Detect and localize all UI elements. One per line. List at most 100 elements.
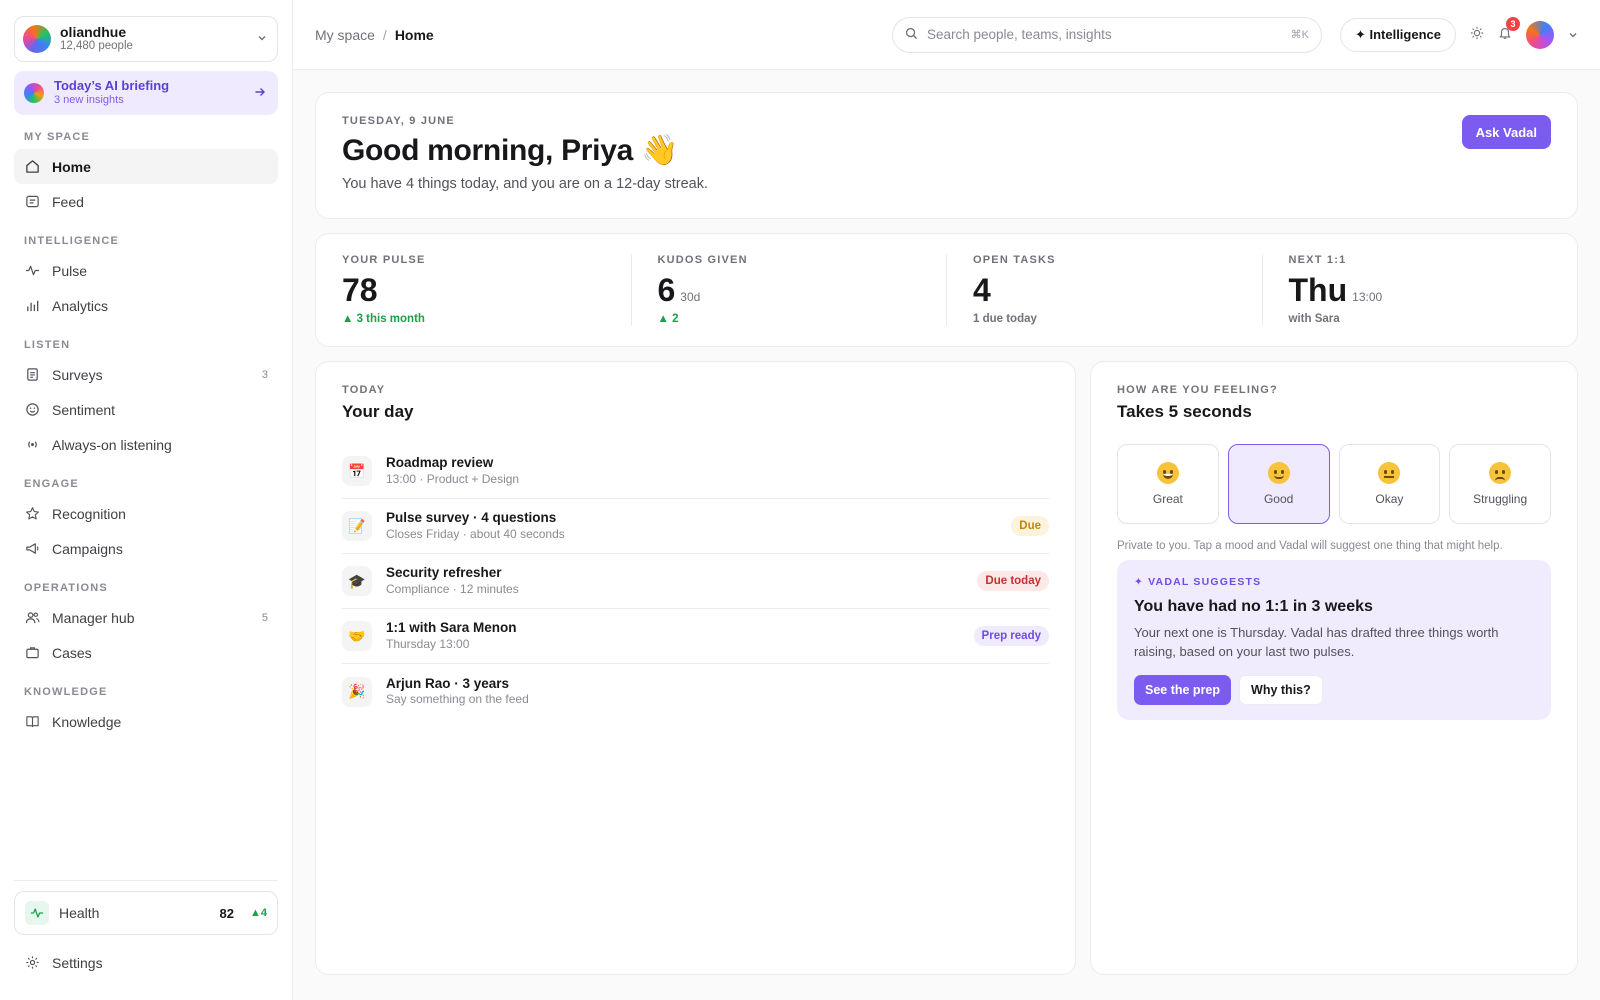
intelligence-button[interactable]: ✦ Intelligence (1339, 17, 1456, 52)
sidebar-item-label: Pulse (52, 262, 88, 279)
sidebar-item-home[interactable]: Home (14, 149, 278, 184)
gear-icon (24, 955, 40, 971)
search-box[interactable]: ⌘K (891, 16, 1322, 53)
sidebar-item-always-on-listening[interactable]: Always-on listening (14, 427, 278, 462)
bell-icon[interactable]: 3 (1498, 17, 1520, 43)
sidebar: oliandhue 12,480 people Today’s AI brief… (0, 0, 293, 1000)
status-badge: Due today (977, 571, 1049, 591)
stat-unit: 30d (680, 290, 701, 304)
stat-kudos-given[interactable]: KUDOS GIVEN 6 30d ▲ 2 (630, 254, 947, 326)
stat-next-one-on-one[interactable]: NEXT 1:1 Thu 13:00 with Sara (1261, 254, 1578, 326)
mood-option-okay[interactable]: Okay (1338, 444, 1441, 524)
section-eyebrow: HOW ARE YOU FEELING? (1117, 384, 1278, 396)
chevron-down-icon (257, 32, 267, 46)
ai-briefing-card[interactable]: Today’s AI briefing 3 new insights (14, 71, 278, 115)
breadcrumb-separator: / (382, 26, 387, 43)
mood-label: Struggling (1473, 492, 1528, 506)
sidebar-item-knowledge[interactable]: Knowledge (14, 704, 278, 739)
status-badge: Prep ready (973, 626, 1049, 646)
stat-label: OPEN TASKS (973, 254, 1056, 266)
nav-section-operations: OPERATIONS (24, 582, 108, 594)
org-avatar (23, 25, 51, 53)
org-switcher[interactable]: oliandhue 12,480 people (14, 16, 278, 62)
sidebar-item-analytics[interactable]: Analytics (14, 288, 278, 323)
ask-vadal-button[interactable]: Ask Vadal (1461, 115, 1551, 149)
org-name: oliandhue (60, 24, 127, 41)
sidebar-item-settings[interactable]: Settings (14, 945, 278, 980)
sidebar-item-campaigns[interactable]: Campaigns (14, 531, 278, 566)
privacy-note: Private to you. Tap a mood and Vadal wil… (1117, 540, 1503, 552)
stats-card: YOUR PULSE 78 ▲ 3 this month KUDOS GIVEN… (315, 233, 1578, 347)
broadcast-icon (24, 437, 40, 453)
search-icon (905, 27, 918, 43)
list-item[interactable]: 🤝 1:1 with Sara Menon Thursday 13:00 Pre… (342, 609, 1049, 664)
stat-delta: ▲ 2 (657, 313, 679, 325)
health-score: 82 (219, 905, 234, 921)
memo-icon: 📝 (342, 511, 372, 541)
manager-hub-count-badge: 5 (261, 611, 268, 624)
date-label: TUESDAY, 9 JUNE (342, 115, 455, 127)
stat-value: Thu (1288, 272, 1348, 308)
mood-option-good[interactable]: Good (1227, 444, 1330, 524)
see-the-prep-button[interactable]: See the prep (1134, 674, 1232, 705)
stat-open-tasks[interactable]: OPEN TASKS 4 1 due today (946, 254, 1262, 326)
section-title: Your day (342, 402, 414, 421)
sidebar-item-manager-hub[interactable]: Manager hub 5 (14, 600, 278, 635)
stat-delta: ▲ 3 this month (342, 313, 425, 325)
party-popper-icon: 🎉 (342, 676, 372, 707)
breadcrumb-current: Home (394, 26, 434, 43)
sidebar-item-cases[interactable]: Cases (14, 635, 278, 670)
mood-check-card: HOW ARE YOU FEELING? Takes 5 seconds Gre… (1090, 361, 1578, 975)
book-icon (24, 714, 40, 730)
breadcrumb: My space / Home (315, 27, 892, 43)
sidebar-item-label: Surveys (52, 366, 103, 383)
stat-value: 78 (342, 272, 378, 308)
list-item[interactable]: 🎉 Arjun Rao · 3 years Say something on t… (342, 664, 1049, 719)
mood-options: Great Good Okay Struggling (1117, 444, 1551, 524)
stat-label: KUDOS GIVEN (657, 254, 748, 266)
health-widget[interactable]: Health 82 ▲4 (14, 891, 278, 935)
sidebar-item-label: Manager hub (52, 609, 135, 626)
nav-section-knowledge: KNOWLEDGE (24, 686, 108, 698)
stat-unit: 13:00 (1352, 290, 1383, 304)
day-item-list: 📅 Roadmap review 13:00 · Product + Desig… (342, 444, 1049, 719)
item-subtitle: Thursday 13:00 (386, 636, 470, 651)
sun-icon[interactable] (1470, 26, 1484, 43)
list-item[interactable]: 📝 Pulse survey · 4 questions Closes Frid… (342, 499, 1049, 554)
suggestion-body: Your next one is Thursday. Vadal has dra… (1134, 625, 1499, 659)
list-item[interactable]: 🎓 Security refresher Compliance · 12 min… (342, 554, 1049, 609)
mood-label: Okay (1375, 492, 1404, 506)
user-avatar[interactable] (1526, 20, 1554, 49)
search-input[interactable] (926, 27, 1282, 42)
sidebar-item-label: Cases (52, 644, 92, 661)
stat-your-pulse[interactable]: YOUR PULSE 78 ▲ 3 this month (316, 254, 631, 326)
sidebar-item-pulse[interactable]: Pulse (14, 253, 278, 288)
briefcase-icon (24, 645, 40, 661)
mood-option-struggling[interactable]: Struggling (1449, 444, 1551, 524)
stat-label: NEXT 1:1 (1288, 254, 1347, 266)
health-pulse-icon (25, 901, 49, 925)
nav-section-engage: ENGAGE (24, 478, 79, 490)
health-label: Health (59, 905, 100, 921)
sidebar-item-sentiment[interactable]: Sentiment (14, 392, 278, 427)
clipboard-icon (24, 367, 40, 383)
sidebar-item-surveys[interactable]: Surveys 3 (14, 357, 278, 392)
mood-label: Great (1152, 492, 1183, 506)
breadcrumb-my-space[interactable]: My space (315, 27, 375, 43)
briefing-title: Today’s AI briefing (54, 78, 170, 94)
sidebar-item-label: Knowledge (52, 713, 122, 730)
suggestion-title: You have had no 1:1 in 3 weeks (1134, 598, 1373, 615)
mood-option-great[interactable]: Great (1117, 444, 1219, 524)
list-item[interactable]: 📅 Roadmap review 13:00 · Product + Desig… (342, 444, 1049, 499)
chevron-down-icon[interactable] (1568, 27, 1578, 43)
item-title: Roadmap review (386, 455, 494, 471)
why-this-button[interactable]: Why this? (1239, 674, 1323, 705)
surveys-count-badge: 3 (261, 368, 268, 381)
sidebar-item-recognition[interactable]: Recognition (14, 496, 278, 531)
home-content: TUESDAY, 9 JUNE Good morning, Priya 👋 Yo… (293, 70, 1600, 975)
sidebar-item-feed[interactable]: Feed (14, 184, 278, 219)
bar-chart-icon (24, 298, 40, 314)
handshake-icon: 🤝 (342, 621, 372, 651)
mood-label: Good (1263, 492, 1294, 506)
item-title: Pulse survey · 4 questions (386, 510, 557, 526)
